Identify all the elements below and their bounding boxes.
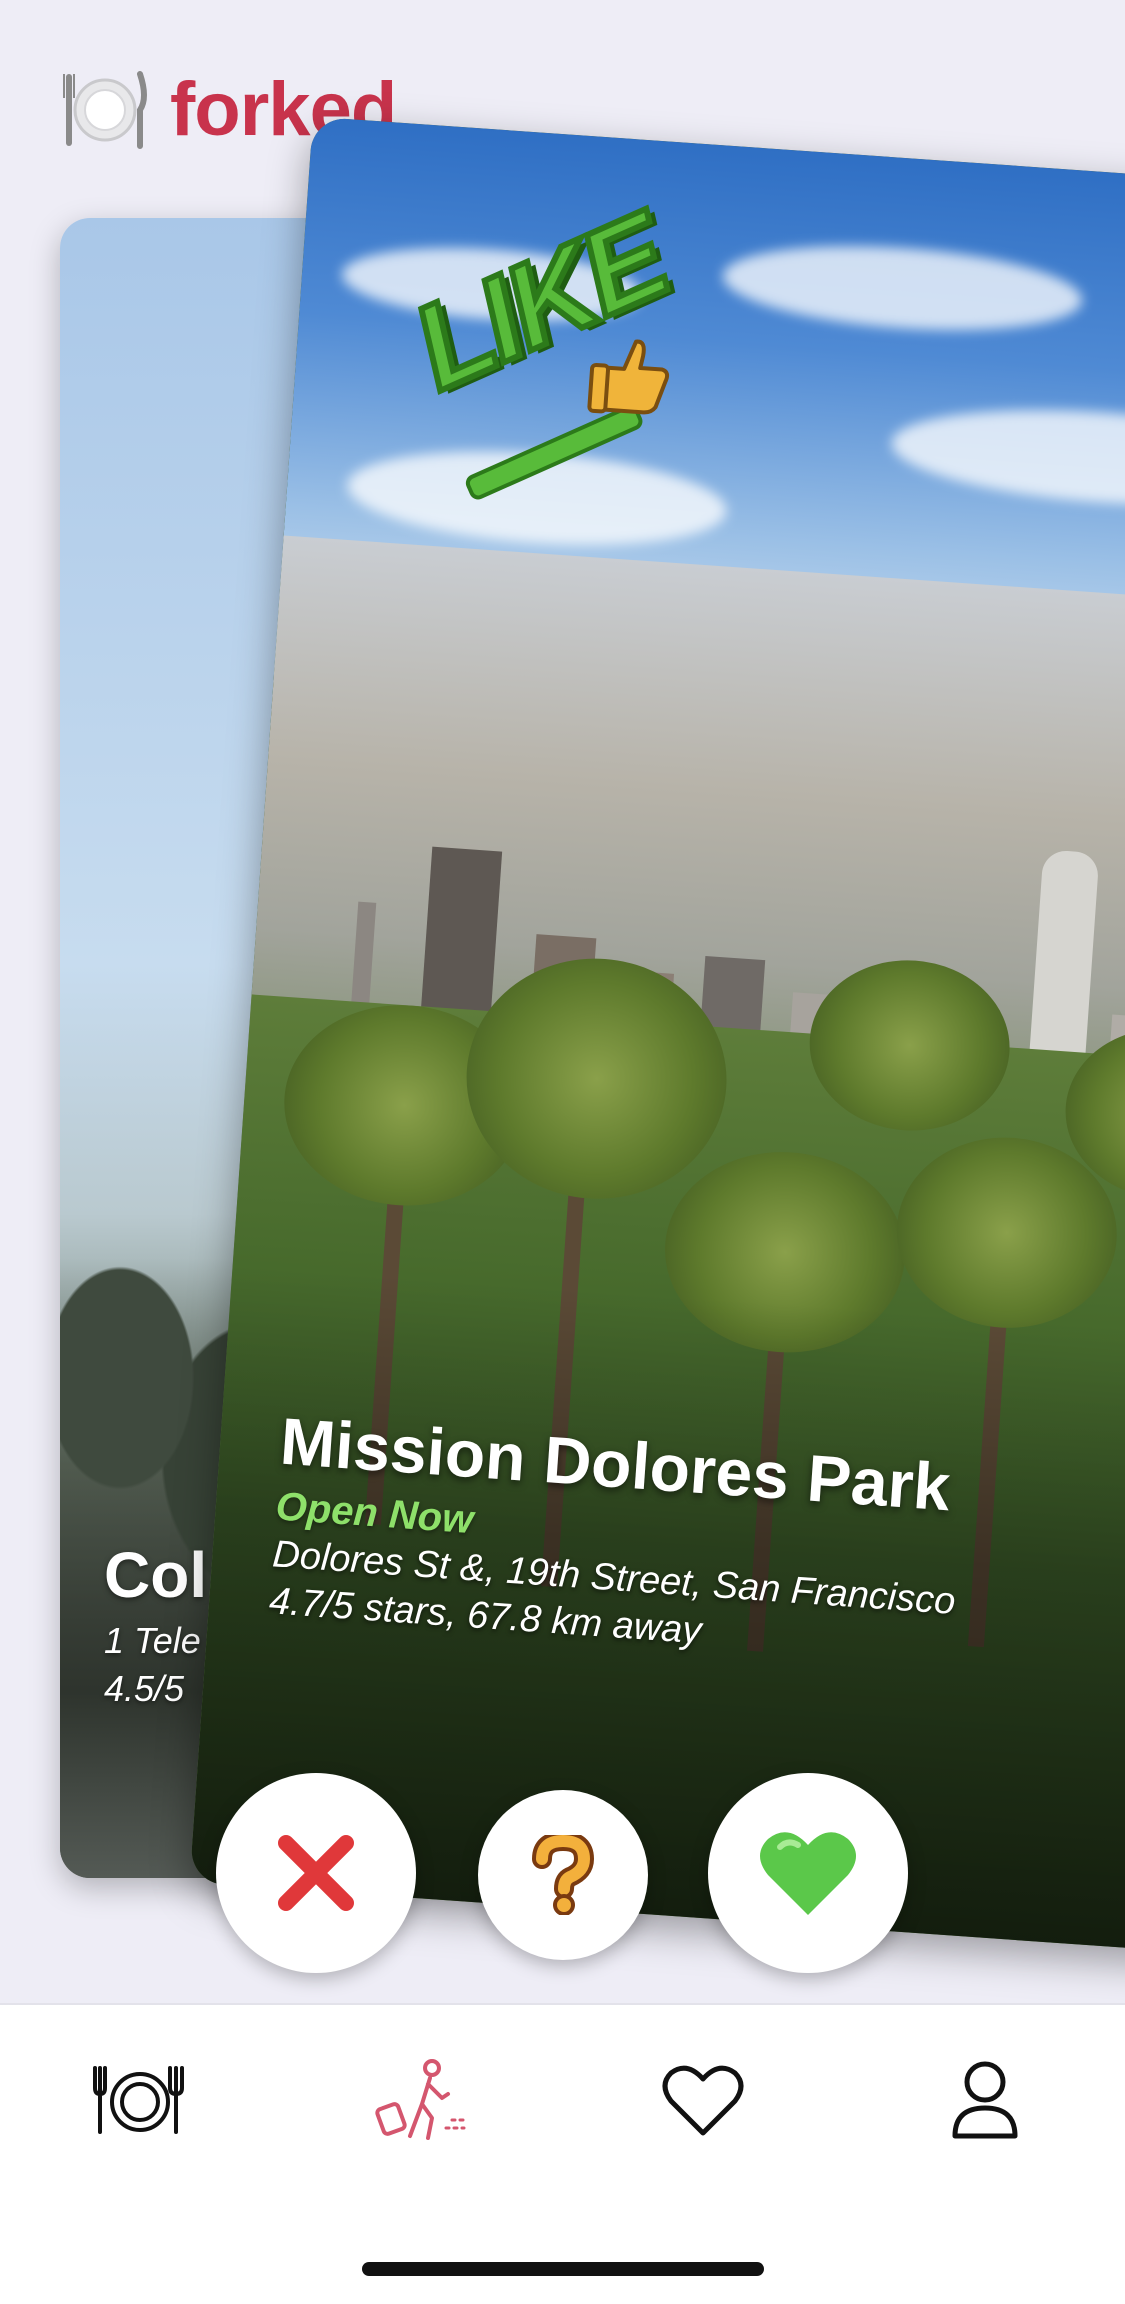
tab-restaurants[interactable] — [80, 2045, 200, 2155]
tab-explore[interactable] — [362, 2045, 482, 2155]
traveler-icon — [375, 2059, 468, 2140]
cross-mark-icon — [278, 1835, 354, 1911]
back-card-meta: 4.5/5 — [104, 1668, 185, 1709]
heart-icon — [662, 2065, 744, 2136]
like-button[interactable] — [708, 1773, 908, 1973]
green-heart-icon — [760, 1832, 856, 1915]
like-badge: LIKE — [378, 185, 697, 503]
back-card-address: 1 Tele — [104, 1620, 201, 1661]
dislike-button[interactable] — [216, 1773, 416, 1973]
tab-favorites[interactable] — [643, 2045, 763, 2155]
back-card-title: Col — [104, 1539, 208, 1611]
thumbs-up-icon — [587, 339, 670, 415]
plate-cutlery-icon — [63, 71, 147, 149]
profile-icon — [952, 2061, 1018, 2139]
tab-bar — [0, 2003, 1125, 2304]
place-card[interactable]: LIKE Mission Dolores Park Open Now Dolor… — [189, 116, 1125, 1954]
plate-cutlery-icon — [93, 2066, 184, 2134]
tab-profile[interactable] — [925, 2045, 1045, 2155]
maybe-button[interactable] — [478, 1790, 648, 1960]
question-mark-icon — [532, 1835, 595, 1915]
home-indicator[interactable] — [362, 2262, 764, 2276]
